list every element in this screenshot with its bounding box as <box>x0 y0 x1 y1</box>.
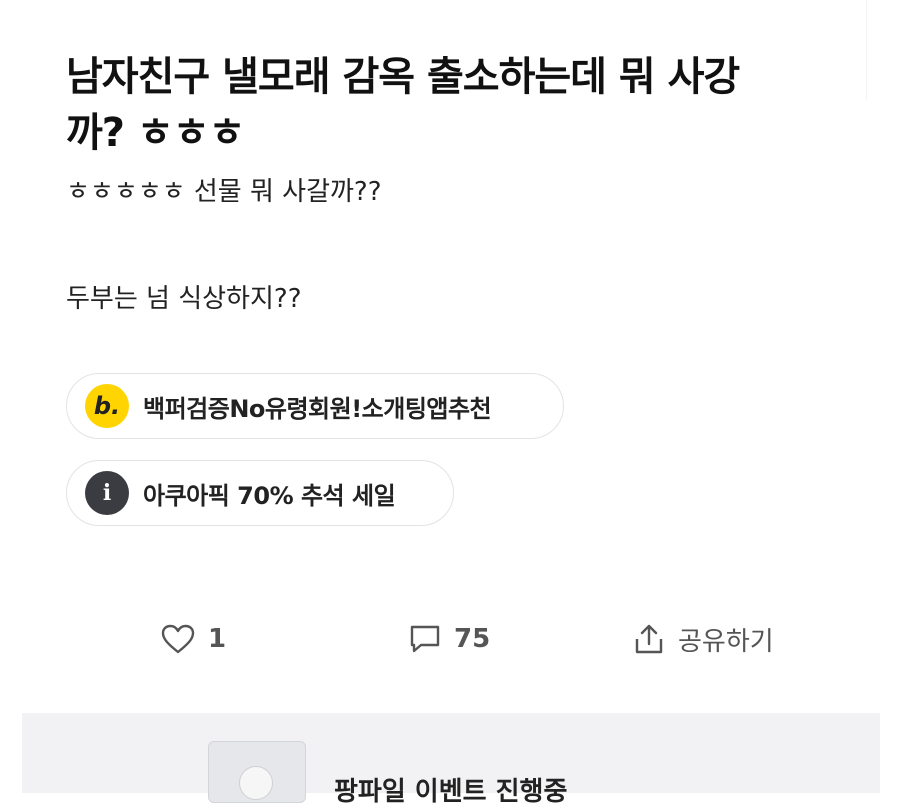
post-action-bar: 1 75 공유하기 <box>0 612 900 666</box>
ad-chip-label: 아쿠아픽 70% 추석 세일 <box>143 481 396 510</box>
promo-banner[interactable]: 팡파일 이벤트 진행중 <box>22 713 880 807</box>
ad-chip-label: 백퍼검증No유령회원!소개팅앱추천 <box>143 394 492 423</box>
brand-b-icon: b. <box>85 384 129 428</box>
like-count: 1 <box>208 624 227 654</box>
heart-icon <box>161 624 195 654</box>
comment-count: 75 <box>454 624 491 654</box>
divider <box>866 0 867 100</box>
post-body-line-1: ㅎㅎㅎㅎㅎ 선물 뭐 사갈까?? <box>66 177 382 207</box>
post-body-line-2: 두부는 넘 식상하지?? <box>66 284 302 314</box>
ad-chip-dating-app[interactable]: b. 백퍼검증No유령회원!소개팅앱추천 <box>66 373 564 439</box>
banner-thumbnail <box>208 741 306 803</box>
comment-button[interactable]: 75 <box>408 612 490 666</box>
banner-text: 팡파일 이벤트 진행중 <box>334 777 568 807</box>
share-icon <box>635 624 663 654</box>
like-button[interactable]: 1 <box>160 612 226 666</box>
share-label: 공유하기 <box>678 626 774 657</box>
ad-chip-sale[interactable]: i 아쿠아픽 70% 추석 세일 <box>66 460 454 526</box>
thumbnail-graphic <box>239 766 273 800</box>
share-button[interactable]: 공유하기 <box>632 612 774 666</box>
info-icon: i <box>85 471 129 515</box>
post-title: 남자친구 낼모래 감옥 출소하는데 뭐 사강까? ㅎㅎㅎ <box>66 53 740 156</box>
comment-icon <box>410 625 440 653</box>
